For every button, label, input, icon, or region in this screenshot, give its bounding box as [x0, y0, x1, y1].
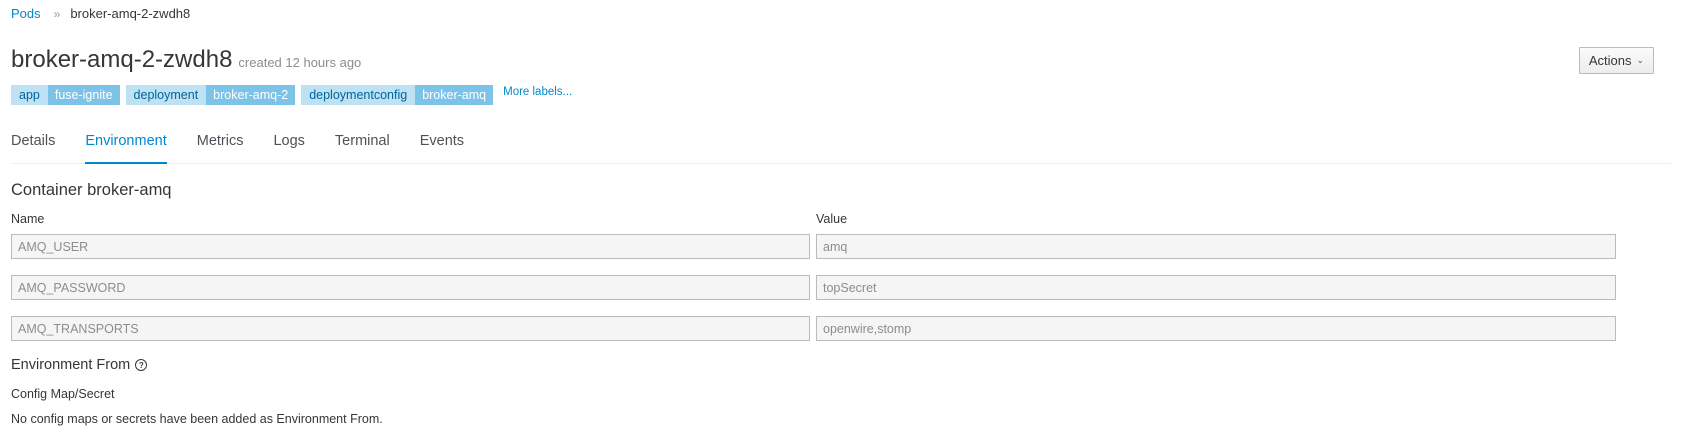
breadcrumb: Pods » broker-amq-2-zwdh8 — [11, 6, 190, 21]
env-name-field[interactable] — [11, 316, 810, 341]
env-name-field[interactable] — [11, 275, 810, 300]
tab-metrics[interactable]: Metrics — [197, 133, 244, 162]
label-key: deploymentconfig — [301, 85, 416, 105]
env-name-field[interactable] — [11, 234, 810, 259]
question-circle-icon[interactable]: ? — [135, 359, 148, 371]
breadcrumb-current: broker-amq-2-zwdh8 — [70, 6, 191, 21]
actions-button-label: Actions — [1588, 53, 1632, 68]
labels-list: app fuse-ignite deployment broker-amq-2 … — [11, 85, 572, 105]
env-from-title-text: Environment From — [11, 357, 131, 373]
chevron-down-icon: ⌄ — [1636, 55, 1644, 65]
label-key: app — [11, 85, 48, 105]
env-from-empty-message: No config maps or secrets have been adde… — [11, 412, 383, 426]
label-value: broker-amq-2 — [206, 85, 296, 105]
page-header: broker-amq-2-zwdh8 created 12 hours ago — [11, 46, 361, 74]
env-value-field[interactable] — [816, 234, 1616, 259]
env-from-title: Environment From ? — [11, 357, 148, 373]
label-value: broker-amq — [415, 85, 494, 105]
created-timestamp: created 12 hours ago — [238, 55, 362, 70]
env-value-field[interactable] — [816, 316, 1616, 341]
label-key: deployment — [125, 85, 207, 105]
tab-events[interactable]: Events — [420, 133, 464, 162]
tab-environment[interactable]: Environment — [85, 133, 168, 164]
breadcrumb-separator-icon: » — [53, 6, 61, 21]
tab-terminal[interactable]: Terminal — [335, 133, 390, 162]
more-labels-link[interactable]: More labels... — [503, 86, 572, 98]
tab-logs[interactable]: Logs — [273, 133, 304, 162]
label-value: fuse-ignite — [47, 85, 120, 105]
env-value-field[interactable] — [816, 275, 1616, 300]
page-title: broker-amq-2-zwdh8 — [11, 46, 233, 73]
name-column-header: Name — [11, 212, 45, 226]
label-app[interactable]: app fuse-ignite — [11, 85, 120, 105]
label-deploymentconfig[interactable]: deploymentconfig broker-amq — [301, 85, 494, 105]
actions-button[interactable]: Actions ⌄ — [1578, 47, 1654, 74]
tab-details[interactable]: Details — [11, 133, 55, 162]
breadcrumb-pods-link[interactable]: Pods — [11, 6, 41, 21]
value-column-header: Value — [816, 212, 848, 226]
container-title: Container broker-amq — [11, 181, 172, 199]
tab-bar: Details Environment Metrics Logs Termina… — [11, 133, 1671, 164]
config-map-secret-label: Config Map/Secret — [11, 387, 115, 401]
label-deployment[interactable]: deployment broker-amq-2 — [125, 85, 296, 105]
